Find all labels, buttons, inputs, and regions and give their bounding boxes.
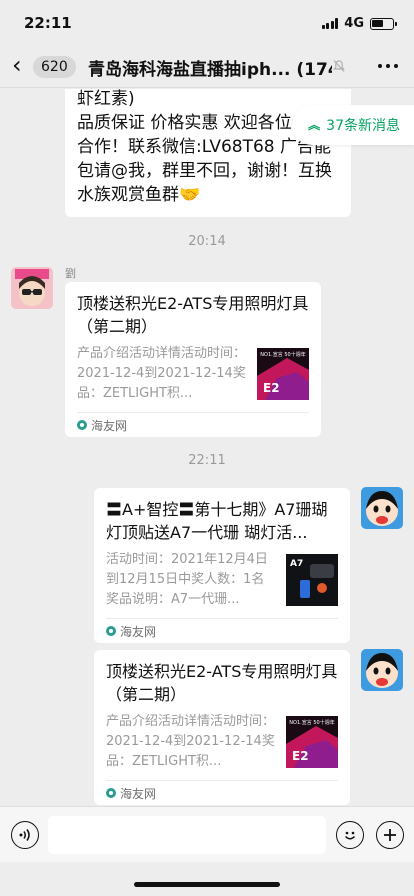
- card-title: 顶楼送积光E2-ATS专用照明灯具（第二期）: [106, 662, 338, 704]
- card-description: 产品介绍活动详情活动时间：2021-12-4到2021-12-14奖品：ZETL…: [77, 346, 247, 401]
- thumb-product-label: E2: [292, 749, 309, 763]
- thumb-product-label: A7: [290, 559, 303, 569]
- source-logo-icon: [106, 788, 116, 798]
- status-indicators: 4G: [321, 16, 397, 31]
- back-icon[interactable]: ‹: [12, 53, 32, 78]
- chat-area[interactable]: 虾红素) 品质保证 价格实惠 欢迎各位老 合作！联系微信:LV68T68 广告能…: [0, 89, 414, 806]
- member-count: (174): [296, 60, 332, 80]
- card-source: 海友网: [106, 780, 338, 805]
- battery-icon: [370, 17, 397, 30]
- sender-name: 劉: [65, 267, 76, 280]
- network-label: 4G: [344, 16, 364, 31]
- new-messages-button[interactable]: ︽ 37条新消息: [292, 105, 414, 145]
- message-input[interactable]: [48, 816, 326, 854]
- card-description: 产品介绍活动详情活动时间：2021-12-4到2021-12-14奖品：ZETL…: [106, 714, 276, 769]
- card-title: 〓A+智控〓第十七期》A7珊瑚灯顶贴送A7一代珊 瑚灯活...: [106, 500, 328, 542]
- link-card[interactable]: 顶楼送积光E2-ATS专用照明灯具（第二期） 产品介绍活动详情活动时间：2021…: [94, 650, 350, 805]
- link-card[interactable]: 顶楼送积光E2-ATS专用照明灯具（第二期） 产品介绍活动详情活动时间：2021…: [65, 282, 321, 437]
- link-card[interactable]: 〓A+智控〓第十七期》A7珊瑚灯顶贴送A7一代珊 瑚灯活... 活动时间：202…: [94, 488, 350, 643]
- card-thumbnail: A7: [286, 554, 338, 606]
- status-bar: 22:11 4G: [0, 0, 414, 44]
- voice-input-icon[interactable]: [11, 821, 39, 849]
- card-thumbnail: NO1.宣言 50十週年 E2: [257, 348, 309, 400]
- avatar[interactable]: [361, 649, 403, 691]
- more-options-icon[interactable]: [378, 64, 398, 68]
- plus-icon[interactable]: [376, 821, 404, 849]
- emoji-icon[interactable]: [336, 821, 364, 849]
- thumb-product-label: E2: [263, 381, 280, 395]
- double-up-arrow-icon: ︽: [308, 118, 321, 132]
- thumb-caption: NO1.宣言 50十週年: [289, 719, 334, 726]
- card-source-name: 海友网: [91, 418, 128, 433]
- card-source: 海友网: [106, 618, 338, 643]
- thumb-caption: NO1.宣言 50十週年: [260, 351, 305, 358]
- home-indicator: [134, 882, 280, 887]
- message-line: 水族观赏鱼群🤝: [77, 185, 201, 205]
- signal-icon: [321, 18, 339, 29]
- card-source: 海友网: [77, 412, 309, 437]
- input-bar: [0, 806, 414, 862]
- source-logo-icon: [106, 626, 116, 636]
- card-description: 活动时间：2021年12月4日到12月15日中奖人数：1名奖品说明：A7一代珊.…: [106, 552, 268, 607]
- message-line: 包请@我，群里不回，谢谢！互换: [77, 161, 332, 181]
- chat-title-text: 青岛海科海盐直播抽iph...: [88, 60, 291, 80]
- unread-badge[interactable]: 620: [33, 56, 76, 78]
- card-thumbnail: NO1.宣言 50十週年 E2: [286, 716, 338, 768]
- card-source-name: 海友网: [120, 624, 157, 639]
- mute-bell-icon: [333, 60, 345, 72]
- nav-bar: ‹ 620 青岛海科海盐直播抽iph... (174): [0, 44, 414, 88]
- source-logo-icon: [77, 420, 87, 430]
- status-time: 22:11: [24, 14, 72, 32]
- card-source-name: 海友网: [120, 786, 157, 801]
- timestamp: 20:14: [188, 234, 226, 249]
- chat-title: 青岛海科海盐直播抽iph... (174): [88, 55, 332, 80]
- timestamp: 22:11: [188, 453, 226, 468]
- avatar[interactable]: [361, 487, 403, 529]
- card-title: 顶楼送积光E2-ATS专用照明灯具（第二期）: [77, 294, 309, 336]
- avatar[interactable]: [11, 267, 53, 309]
- new-messages-label: 37条新消息: [326, 118, 400, 134]
